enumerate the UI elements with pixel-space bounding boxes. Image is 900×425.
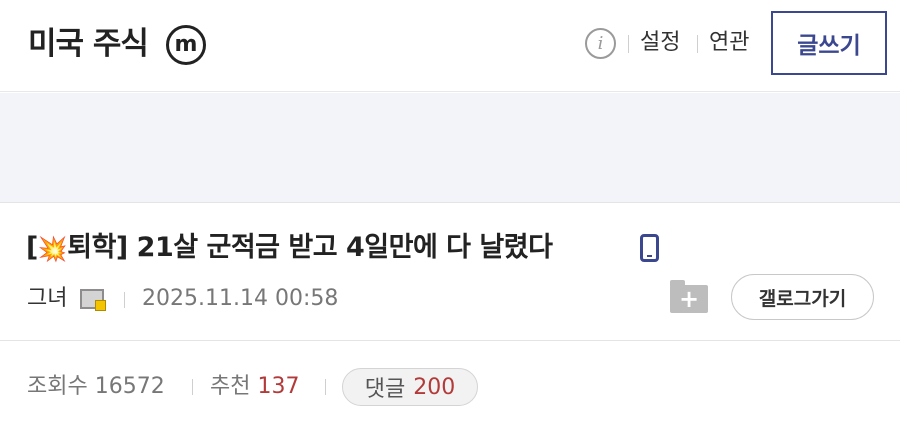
related-link[interactable]: 연관 [709,27,749,59]
header-divider [697,35,698,53]
user-type-icon [80,289,106,311]
views-label: 조회수 [27,374,88,399]
recommend-count: 추천 137 [210,372,299,402]
view-count: 조회수 16572 [27,372,165,402]
section-divider [0,340,900,341]
write-button[interactable]: 글쓰기 [771,11,887,75]
board-title[interactable]: 미국 주식 [28,24,149,64]
title-tag: 퇴학] [67,232,128,263]
section-divider [0,202,900,203]
explosion-icon: 💥 [37,235,68,263]
settings-link[interactable]: 설정 [640,27,680,59]
title-text: 21살 군적금 받고 4일만에 다 날렸다 [127,232,553,263]
stat-divider [325,379,326,395]
meta-divider [124,292,125,308]
post-title: [💥퇴학] 21살 군적금 받고 4일만에 다 날렸다 [26,230,553,267]
board-header: 미국 주식 m i 설정 연관 글쓰기 [0,0,900,92]
post-date: 2025.11.14 00:58 [142,286,339,311]
title-bracket: [ [26,232,38,263]
comment-count-button[interactable]: 댓글 200 [342,368,478,406]
recommend-label: 추천 [210,374,251,399]
minor-gallery-badge-icon: m [166,25,206,65]
comments-label: 댓글 [364,377,406,402]
views-value: 16572 [94,374,165,399]
comments-value: 200 [413,374,456,400]
recommend-value: 137 [257,374,300,399]
header-divider [628,35,629,53]
info-icon[interactable]: i [585,28,616,59]
stat-divider [192,379,193,395]
ad-banner-area [0,93,900,202]
gallog-button[interactable]: 갤로그가기 [731,274,874,320]
author-name[interactable]: 그녀 [27,284,67,314]
mobile-icon [640,234,659,262]
folder-add-icon[interactable]: + [670,280,708,313]
